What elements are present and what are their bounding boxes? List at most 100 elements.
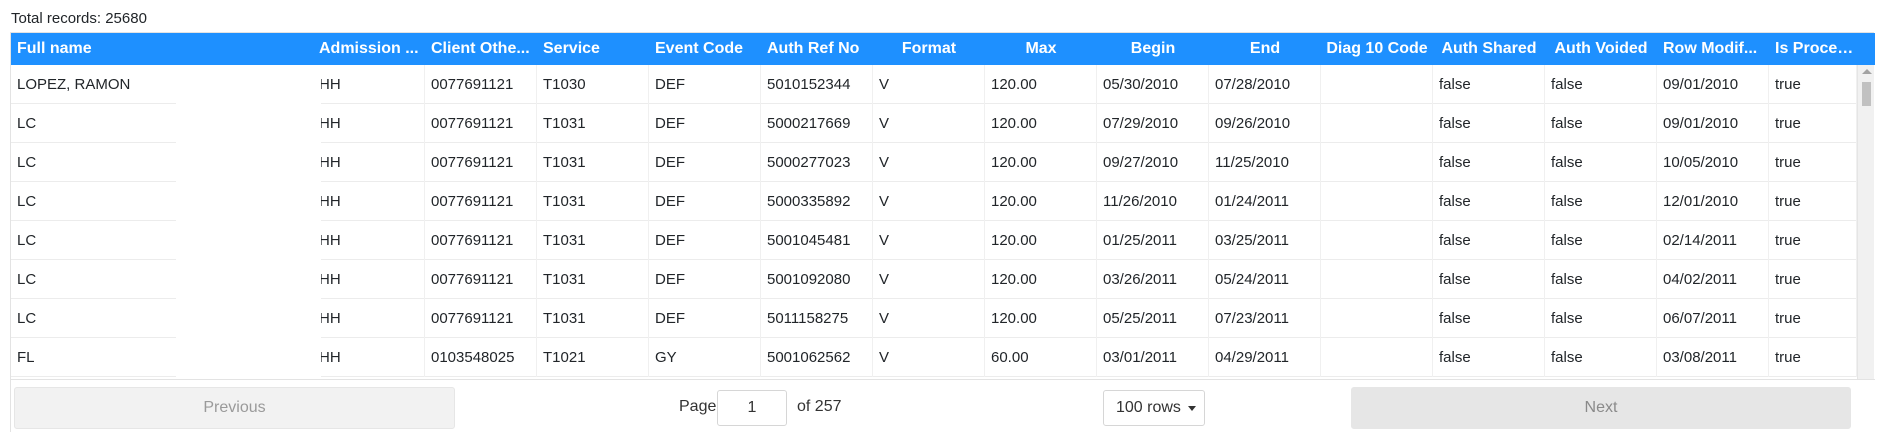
total-records: Total records: 25680: [11, 10, 147, 27]
table-cell: 5001045481: [761, 221, 873, 260]
table-cell: 0077691121: [425, 65, 537, 104]
table-cell: 0077691121: [425, 260, 537, 299]
table-cell: 03/26/2011: [1097, 260, 1209, 299]
table-cell: [1321, 182, 1433, 221]
table-cell: 120.00: [985, 104, 1097, 143]
table-cell: 01/24/2011: [1209, 182, 1321, 221]
table-cell: false: [1433, 65, 1545, 104]
previous-button[interactable]: Previous: [14, 387, 455, 429]
table-cell: 03/25/2011: [1209, 221, 1321, 260]
table-cell: false: [1433, 260, 1545, 299]
table-cell: HH: [313, 221, 425, 260]
table-cell: HH: [313, 104, 425, 143]
next-button[interactable]: Next: [1351, 387, 1851, 429]
table-cell: 01/25/2011: [1097, 221, 1209, 260]
table-cell: 02/14/2011: [1657, 221, 1769, 260]
table-cell: false: [1545, 221, 1657, 260]
page-number-input[interactable]: [717, 390, 787, 426]
table-cell: DEF: [649, 221, 761, 260]
table-cell: 12/01/2010: [1657, 182, 1769, 221]
page-label: Page: [679, 398, 717, 415]
table-cell: V: [873, 221, 985, 260]
column-header[interactable]: Begin: [1097, 33, 1209, 65]
column-header[interactable]: End: [1209, 33, 1321, 65]
column-header[interactable]: Auth Ref No: [761, 33, 873, 65]
table-cell: 5011158275: [761, 299, 873, 338]
column-header[interactable]: Format: [873, 33, 985, 65]
table-cell: 0077691121: [425, 221, 537, 260]
table-cell: DEF: [649, 65, 761, 104]
vertical-scrollbar[interactable]: [1857, 65, 1874, 409]
table-cell: false: [1433, 104, 1545, 143]
grid-body: LOPEZ, RAMON HH 0077691121 T1030 DEF 50101523…: [11, 65, 1857, 409]
column-header[interactable]: Auth Shared: [1433, 33, 1545, 65]
table-cell: [1321, 338, 1433, 377]
table-cell: [1321, 299, 1433, 338]
table-cell: 11/25/2010: [1209, 143, 1321, 182]
column-header[interactable]: Row Modif...: [1657, 33, 1769, 65]
table-cell: T1031: [537, 221, 649, 260]
table-cell: 5000277023: [761, 143, 873, 182]
table-cell: 0103548025: [425, 338, 537, 377]
table-cell: 07/23/2011: [1209, 299, 1321, 338]
table-cell: true: [1769, 338, 1857, 377]
chevron-down-icon: [1188, 406, 1196, 411]
table-cell: 0077691121: [425, 299, 537, 338]
column-header[interactable]: Admission ...: [313, 33, 425, 65]
column-header[interactable]: Diag 10 Code: [1321, 33, 1433, 65]
table-cell: T1031: [537, 104, 649, 143]
table-cell: DEF: [649, 143, 761, 182]
table-cell: 07/29/2010: [1097, 104, 1209, 143]
table-cell: false: [1545, 65, 1657, 104]
table-cell: true: [1769, 260, 1857, 299]
column-header[interactable]: Service: [537, 33, 649, 65]
table-cell: V: [873, 299, 985, 338]
table-cell: 5010152344: [761, 65, 873, 104]
table-cell: false: [1433, 221, 1545, 260]
redaction-overlay: [176, 65, 321, 409]
table-cell: 03/08/2011: [1657, 338, 1769, 377]
rows-per-page-select[interactable]: 100 rows: [1103, 390, 1205, 426]
column-header[interactable]: Client Othe...: [425, 33, 537, 65]
data-grid: Full name Admission ... Client Othe... Serv…: [10, 32, 1875, 433]
table-cell: 0077691121: [425, 104, 537, 143]
table-cell: false: [1545, 143, 1657, 182]
table-cell: T1031: [537, 143, 649, 182]
column-header[interactable]: Max: [985, 33, 1097, 65]
scroll-up-icon[interactable]: [1862, 69, 1872, 74]
table-cell: V: [873, 260, 985, 299]
table-cell: 04/29/2011: [1209, 338, 1321, 377]
scroll-thumb[interactable]: [1862, 82, 1871, 106]
grid-header: Full name Admission ... Client Othe... Serv…: [11, 33, 1875, 65]
column-header[interactable]: Is Processed: [1769, 33, 1857, 65]
table-cell: false: [1545, 182, 1657, 221]
table-cell: false: [1545, 260, 1657, 299]
table-cell: 5001092080: [761, 260, 873, 299]
table-cell: V: [873, 65, 985, 104]
table-cell: HH: [313, 143, 425, 182]
column-header[interactable]: Event Code: [649, 33, 761, 65]
table-cell: T1031: [537, 299, 649, 338]
table-cell: 60.00: [985, 338, 1097, 377]
table-cell: 11/26/2010: [1097, 182, 1209, 221]
page-total: of 257: [797, 398, 842, 415]
table-cell: HH: [313, 182, 425, 221]
table-cell: false: [1433, 338, 1545, 377]
table-cell: true: [1769, 65, 1857, 104]
table-cell: HH: [313, 338, 425, 377]
table-cell: 120.00: [985, 143, 1097, 182]
column-header[interactable]: Auth Voided: [1545, 33, 1657, 65]
table-cell: 09/01/2010: [1657, 65, 1769, 104]
table-cell: [1321, 65, 1433, 104]
table-cell: false: [1433, 299, 1545, 338]
table-cell: [1321, 221, 1433, 260]
table-cell: true: [1769, 104, 1857, 143]
table-cell: 120.00: [985, 221, 1097, 260]
table-cell: [1321, 143, 1433, 182]
table-cell: false: [1545, 338, 1657, 377]
rows-per-page-value: 100 rows: [1116, 399, 1181, 416]
table-cell: T1021: [537, 338, 649, 377]
table-cell: T1031: [537, 260, 649, 299]
column-header[interactable]: Full name: [11, 33, 313, 65]
table-cell: 120.00: [985, 299, 1097, 338]
